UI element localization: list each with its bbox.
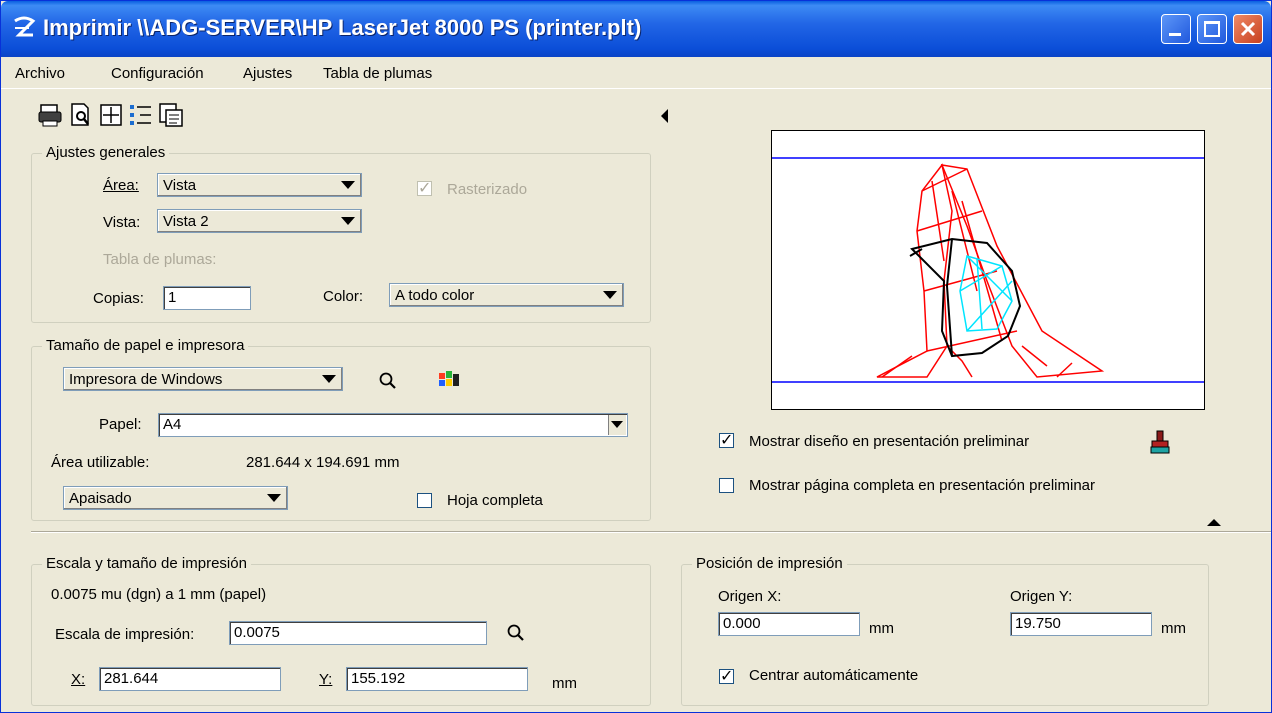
origin-x-value: 0.000 [723,615,761,632]
full-sheet-checkbox[interactable] [417,493,432,508]
origin-y-field[interactable]: 19.750 [1010,612,1152,636]
printer-select[interactable]: Impresora de Windows [63,367,343,391]
vista-select-value: Vista 2 [163,213,209,230]
copies-field[interactable]: 1 [163,286,251,310]
chevron-down-icon [611,421,623,428]
show-full-page-label: Mostrar página completa en presentación … [749,477,1096,494]
chevron-down-icon [603,291,617,299]
print-dialog-window: Imprimir \\ADG-SERVER\HP LaserJet 8000 P… [0,0,1272,713]
scale-field[interactable]: 0.0075 [229,621,487,645]
window-title: Imprimir \\ADG-SERVER\HP LaserJet 8000 P… [43,15,642,40]
maximize-icon [1204,21,1220,37]
area-select[interactable]: Vista [157,173,362,197]
color-select[interactable]: A todo color [389,283,624,307]
list-icon[interactable] [127,101,155,129]
menu-tabla-de-plumas[interactable]: Tabla de plumas [323,65,432,82]
menu-configuracion[interactable]: Configuración [111,65,204,82]
origin-y-label: Origen Y: [1010,588,1073,605]
title-bar[interactable]: Imprimir \\ADG-SERVER\HP LaserJet 8000 P… [1,1,1271,57]
windows-printer-setup-icon[interactable] [437,369,461,391]
x-label: X: [71,671,86,688]
scale-size-legend: Escala y tamaño de impresión [42,555,251,572]
x-size-field[interactable]: 281.644 [99,667,281,691]
origin-y-value: 19.750 [1015,615,1061,632]
chevron-down-icon [341,217,355,225]
collapse-left-icon[interactable] [661,109,668,123]
menu-ajustes[interactable]: Ajustes [243,65,292,82]
rasterizado-checkbox[interactable]: ✓ [417,180,432,197]
rasterizado-label: Rasterizado [447,181,528,198]
collapse-up-icon[interactable] [1207,519,1221,526]
chevron-down-icon [341,181,355,189]
menu-archivo[interactable]: Archivo [15,65,65,82]
vista-select[interactable]: Vista 2 [157,209,362,233]
divider [31,531,1271,533]
paper-dropdown-button[interactable] [608,415,626,435]
x-size-value: 281.644 [104,670,159,687]
show-design-checkbox[interactable]: ✓ [719,432,734,449]
checkmark-icon: ✓ [418,180,432,197]
printer-select-value: Impresora de Windows [69,371,223,388]
copies-label: Copias: [93,290,144,307]
menu-bar: Archivo Configuración Ajustes Tabla de p… [1,59,1271,89]
preview-drawing [772,157,1204,383]
search-icon[interactable] [506,623,526,643]
maximize-button[interactable] [1197,14,1227,44]
orientation-select[interactable]: Apaisado [63,486,288,510]
origin-x-label: Origen X: [718,588,782,605]
checkmark-icon: ✓ [720,668,734,685]
y-size-field[interactable]: 155.192 [346,667,528,691]
paper-select[interactable]: A4 [158,413,628,437]
vista-label: Vista: [103,214,141,231]
close-icon [1240,21,1256,37]
paint-brush-icon[interactable] [1147,429,1173,455]
auto-center-label: Centrar automáticamente [749,667,919,684]
origin-x-unit: mm [869,620,894,637]
app-icon [14,16,36,37]
pen-table-icon[interactable] [157,101,185,129]
scale-value: 0.0075 [234,624,280,641]
printer-icon[interactable] [37,101,65,129]
size-unit-label: mm [552,675,577,692]
print-position-legend: Posición de impresión [692,555,847,572]
show-design-label: Mostrar diseño en presentación prelimina… [749,433,1030,450]
usable-area-value: 281.644 x 194.691 mm [246,454,400,471]
area-label: Área: [103,177,139,194]
color-select-value: A todo color [395,287,475,304]
checkmark-icon: ✓ [720,432,734,449]
print-preview-area [771,130,1205,410]
copies-value: 1 [168,289,177,306]
print-preview-icon[interactable] [67,101,95,129]
scale-label: Escala de impresión: [55,626,195,643]
color-label: Color: [323,288,364,305]
y-label: Y: [319,671,333,688]
orientation-select-value: Apaisado [69,490,132,507]
chevron-down-icon [322,375,336,383]
show-full-page-checkbox[interactable] [719,478,734,493]
origin-x-field[interactable]: 0.000 [718,612,860,636]
search-icon[interactable] [378,371,398,391]
paper-select-value: A4 [163,416,182,433]
y-size-value: 155.192 [351,670,406,687]
chevron-down-icon [267,494,281,502]
paper-label: Papel: [99,416,142,433]
minimize-icon [1169,33,1181,36]
general-settings-legend: Ajustes generales [42,144,170,161]
scale-ratio-text: 0.0075 mu (dgn) a 1 mm (papel) [51,586,267,603]
pen-table-label: Tabla de plumas: [103,251,217,268]
close-button[interactable] [1233,14,1263,44]
full-sheet-label: Hoja completa [447,492,543,509]
auto-center-checkbox[interactable]: ✓ [719,668,734,685]
usable-area-label: Área utilizable: [51,454,150,471]
minimize-button[interactable] [1161,14,1191,44]
area-select-value: Vista [163,177,197,194]
fit-view-icon[interactable] [97,101,125,129]
paper-printer-legend: Tamaño de papel e impresora [42,337,249,354]
origin-y-unit: mm [1161,620,1186,637]
